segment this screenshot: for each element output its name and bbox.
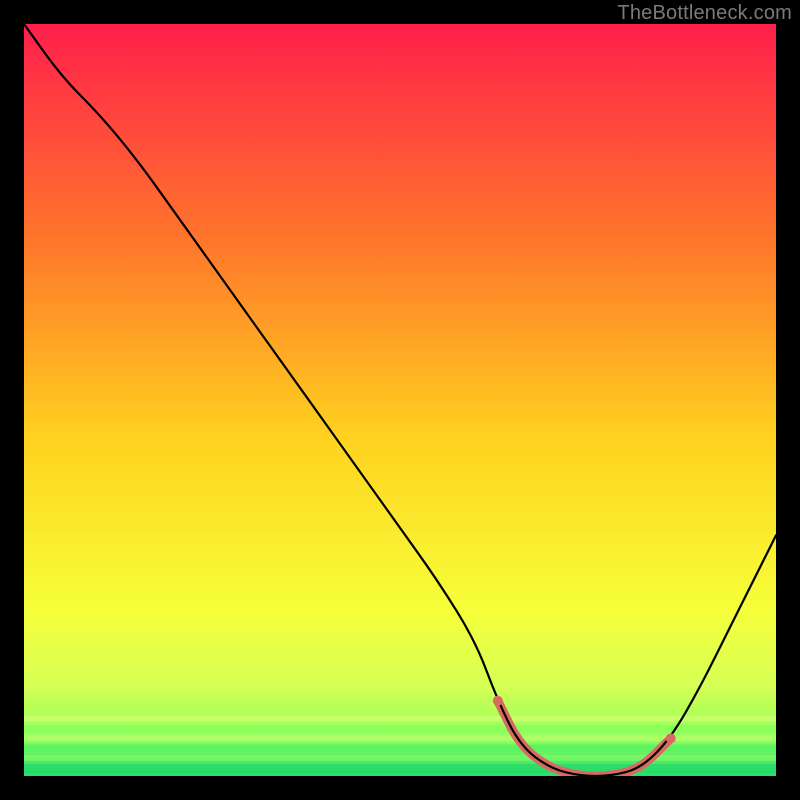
stripe-band	[24, 716, 776, 722]
stripe-band	[24, 764, 776, 773]
highlight-endpoint-left	[493, 696, 503, 706]
stripe-band	[24, 705, 776, 713]
bottleneck-chart	[24, 24, 776, 776]
attribution-text: TheBottleneck.com	[617, 2, 792, 25]
gradient-background	[24, 24, 776, 776]
chart-frame	[24, 24, 776, 776]
stripe-band	[24, 755, 776, 761]
highlight-endpoint-right	[666, 733, 676, 743]
stripe-band	[24, 725, 776, 733]
